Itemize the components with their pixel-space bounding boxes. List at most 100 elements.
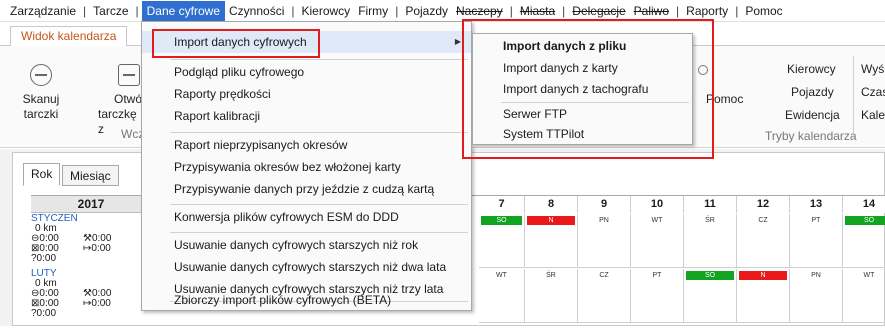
weekday-label: WT <box>651 217 663 224</box>
menu-separator <box>170 132 468 133</box>
menu-item-konwersja-esm[interactable]: Konwersja plików cyfrowych ESM do DDD <box>142 206 471 228</box>
weekday-label: N <box>739 271 787 280</box>
ribbon-item-kale[interactable]: Kale <box>861 108 885 122</box>
mode-ewidencja[interactable]: Ewidencja <box>785 108 840 122</box>
weekday-label: ŚR <box>546 272 556 279</box>
day-cell[interactable]: N <box>737 269 790 323</box>
disc-icon <box>30 64 52 86</box>
day-header: 10 <box>631 196 684 213</box>
day-header: 13 <box>790 196 843 213</box>
menu-pomoc[interactable]: Pomoc <box>741 1 786 21</box>
help-icon <box>698 65 708 75</box>
day-cell[interactable]: SO <box>479 214 525 268</box>
weekday-label: PT <box>652 272 662 279</box>
day-cell[interactable]: SO <box>843 214 885 268</box>
tab-miesiac[interactable]: Miesiąc <box>62 165 119 186</box>
submenu-arrow-icon: ▶ <box>454 37 461 46</box>
menu-delegacje[interactable]: Delegacje <box>568 1 629 21</box>
menu-naczepy[interactable]: Naczepy <box>452 1 507 21</box>
mode-pojazdy[interactable]: Pojazdy <box>791 85 834 99</box>
menu-czynnosci[interactable]: Czynności <box>225 1 288 21</box>
menu-item-raport-kalibracji[interactable]: Raport kalibracji <box>142 105 471 127</box>
scan-disc-label-1: Skanuj <box>22 92 60 106</box>
day-cell[interactable]: N <box>525 214 578 268</box>
menu-item-usuwanie-rok[interactable]: Usuwanie danych cyfrowych starszych niż … <box>142 234 471 256</box>
submenu-import-z-tachografu[interactable]: Import danych z tachografu <box>473 79 692 99</box>
ribbon-item-wys[interactable]: Wyś <box>861 62 884 76</box>
menu-item-przypisywanie-cudza-karta[interactable]: Przypisywanie danych przy jeździe z cudz… <box>142 178 471 200</box>
submenu-import-z-pliku[interactable]: Import danych z pliku <box>473 36 692 56</box>
menu-separator: | <box>562 3 566 18</box>
menu-item-raport-nieprzypisanych[interactable]: Raport nieprzypisanych okresów <box>142 134 471 156</box>
menu-item-zbiorczy-import[interactable]: Zbiorczy import plików cyfrowych (BETA) <box>142 289 471 311</box>
menu-firmy[interactable]: Firmy <box>354 1 392 21</box>
menu-separator: | <box>676 3 680 18</box>
submenu-system-ttpilot[interactable]: System TTPilot <box>473 124 692 144</box>
menu-separator: | <box>509 3 513 18</box>
ribbon-item-czas[interactable]: Czas <box>861 85 885 99</box>
menu-bar: Zarządzanie | Tarcze | Dane cyfrowe Czyn… <box>0 0 885 22</box>
menu-zarzadzanie[interactable]: Zarządzanie <box>6 1 80 21</box>
weekday-label: ŚR <box>705 217 715 224</box>
day-cell[interactable]: CZ <box>737 214 790 268</box>
day-cell[interactable]: CZ <box>578 269 631 323</box>
dane-cyfrowe-dropdown: Import danych cyfrowych ▶ Podgląd pliku … <box>141 21 472 311</box>
menu-item-przypisywania-okresow[interactable]: Przypisywania okresów bez włożonej karty <box>142 156 471 178</box>
submenu-import-z-karty[interactable]: Import danych z karty <box>473 58 692 78</box>
menu-raporty[interactable]: Raporty <box>682 1 732 21</box>
menu-item-import-danych-cyfrowych[interactable]: Import danych cyfrowych ▶ <box>142 31 471 53</box>
menu-separator <box>170 204 468 205</box>
day-cell[interactable]: PN <box>790 269 843 323</box>
weekday-label: SO <box>481 216 522 225</box>
menu-item-usuwanie-dwa-lata[interactable]: Usuwanie danych cyfrowych starszych niż … <box>142 256 471 278</box>
menu-pojazdy[interactable]: Pojazdy <box>401 1 452 21</box>
month-stat: ?0:00 <box>31 308 57 319</box>
menu-tarcze[interactable]: Tarcze <box>89 1 132 21</box>
month-luty[interactable]: LUTY 0 km ⊖0:00 ⚒0:00 ⊠0:00 ↦0:00 ?0:00 <box>31 269 151 319</box>
submenu-serwer-ftp[interactable]: Serwer FTP <box>473 104 692 124</box>
tab-widok-kalendarza[interactable]: Widok kalendarza <box>10 26 128 47</box>
day-header: 14 <box>843 196 885 213</box>
scan-disc-button[interactable]: Skanuj tarczki <box>18 64 64 122</box>
day-cell[interactable]: ŚR <box>684 214 737 268</box>
day-cell[interactable]: WT <box>479 269 525 323</box>
menu-separator: | <box>291 3 295 18</box>
day-cell[interactable]: PN <box>578 214 631 268</box>
mode-kierowcy[interactable]: Kierowcy <box>787 62 836 76</box>
day-cell[interactable]: ŚR <box>525 269 578 323</box>
day-cell[interactable]: WT <box>631 214 684 268</box>
menu-kierowcy[interactable]: Kierowcy <box>298 1 355 21</box>
weekday-label: CZ <box>758 217 768 224</box>
import-submenu: Import danych z pliku Import danych z ka… <box>472 33 693 145</box>
ribbon-divider <box>853 56 854 140</box>
menu-separator <box>501 102 689 103</box>
month-stat: ?0:00 <box>31 253 57 264</box>
menu-item-raporty-predkosci[interactable]: Raporty prędkości <box>142 83 471 105</box>
day-cell[interactable]: PT <box>631 269 684 323</box>
weekday-label: SO <box>845 216 885 225</box>
day-header: 7 <box>479 196 525 213</box>
day-header: 8 <box>525 196 578 213</box>
month-stat: ↦0:00 <box>83 243 111 254</box>
month-styczen[interactable]: STYCZEŃ 0 km ⊖0:00 ⚒0:00 ⊠0:00 ↦0:00 ?0:00 <box>31 214 151 264</box>
day-cell[interactable]: PT <box>790 214 843 268</box>
weekday-label: PT <box>811 217 821 224</box>
menu-dane-cyfrowe[interactable]: Dane cyfrowe <box>141 0 226 21</box>
day-cell[interactable]: SO <box>684 269 737 323</box>
menu-item-label: Import danych cyfrowych <box>174 35 307 49</box>
tab-rok[interactable]: Rok <box>23 163 61 186</box>
menu-separator <box>170 232 468 233</box>
months-column: 2017 STYCZEŃ 0 km ⊖0:00 ⚒0:00 ⊠0:00 ↦0:00 … <box>31 196 151 328</box>
weekday-label: N <box>527 216 575 225</box>
year-label: 2017 <box>31 196 151 213</box>
menu-paliwo[interactable]: Paliwo <box>630 1 673 21</box>
day-cell[interactable]: WT <box>843 269 885 323</box>
open-disc-label-1: Otwó <box>114 92 143 106</box>
menu-miasta[interactable]: Miasta <box>516 1 559 21</box>
menu-separator: | <box>83 3 87 18</box>
menu-item-podglad-pliku[interactable]: Podgląd pliku cyfrowego <box>142 61 471 83</box>
weekday-label: CZ <box>599 272 609 279</box>
weekday-label: WT <box>496 272 507 279</box>
help-button[interactable]: Pomoc <box>706 92 743 106</box>
day-header: 11 <box>684 196 737 213</box>
